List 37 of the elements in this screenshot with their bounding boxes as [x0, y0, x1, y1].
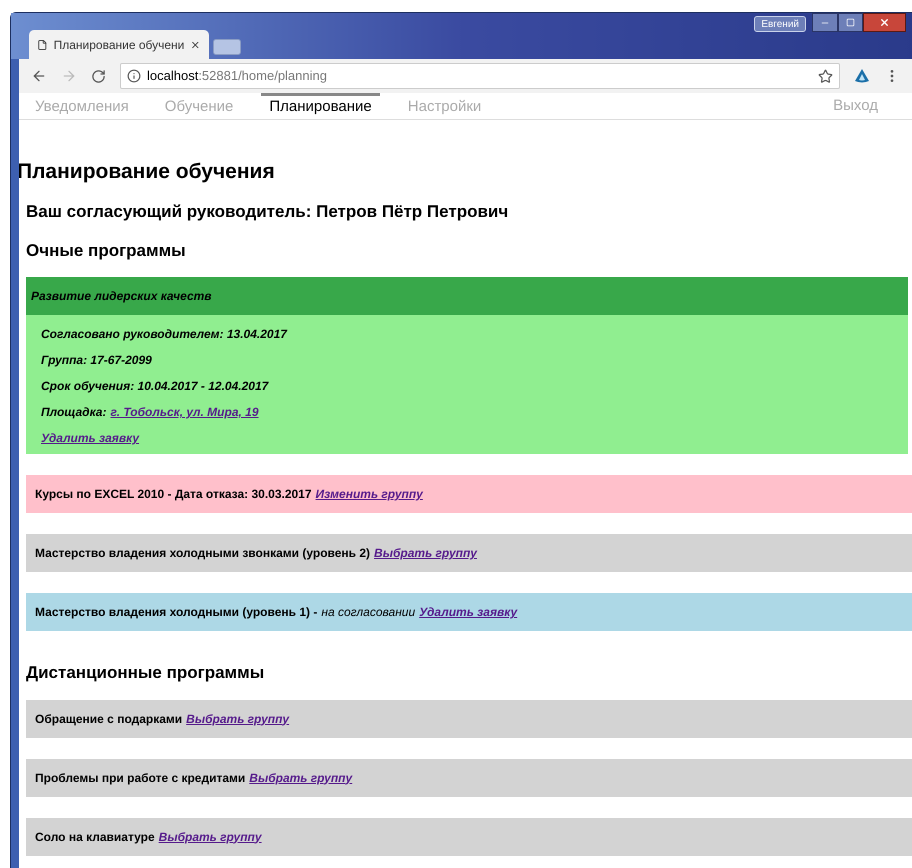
detail-text: Согласовано руководителем: 13.04.2017: [41, 326, 288, 343]
section-heading: Дистанционные программы: [26, 662, 266, 684]
maximize-icon: [846, 18, 855, 27]
location-link[interactable]: г. Тобольск, ул. Мира, 19: [110, 403, 259, 421]
close-icon: [879, 17, 890, 28]
page-icon: [37, 38, 48, 50]
reload-icon[interactable]: [91, 68, 106, 84]
nav-tab[interactable]: Планирование: [261, 93, 380, 118]
program-link[interactable]: Выбрать группу: [249, 768, 352, 786]
detail-text: Срок обучения: 10.04.2017 - 12.04.2017: [41, 378, 270, 395]
close-button[interactable]: [863, 13, 906, 32]
program-text: Соло на клавиатуре: [35, 828, 155, 846]
section-heading: Очные программы: [26, 240, 187, 262]
address-bar[interactable]: localhost:52881/home/planning: [120, 63, 840, 89]
program-text: Мастерство владения холодными звонками (уровень 2): [35, 545, 370, 562]
bookmark-star-icon[interactable]: [818, 68, 833, 84]
detail-text: Группа: 17-67-2099: [41, 352, 153, 369]
program-link[interactable]: Изменить группу: [316, 485, 423, 503]
program-header: Развитие лидерских качеств: [26, 277, 908, 315]
back-icon[interactable]: [31, 68, 47, 84]
status-text: на согласовании: [321, 604, 416, 621]
program-text: Обращение с подарками: [35, 710, 182, 728]
browser-tab[interactable]: Планирование обучени: [29, 30, 209, 59]
program-link[interactable]: Выбрать группу: [186, 710, 290, 728]
maximize-button[interactable]: [838, 13, 863, 32]
extension-icon[interactable]: [854, 68, 870, 84]
program-text: Мастерство владения холодными (уровень 1) -: [35, 604, 318, 621]
program-link[interactable]: Удалить заявку: [419, 603, 518, 621]
program-text: Курсы по EXCEL 2010 - Дата отказа: 30.03.2017: [35, 486, 312, 503]
manager-heading: Ваш согласующий руководитель: Петров Пётр Петрович: [26, 201, 510, 223]
delete-request-link[interactable]: Удалить заявку: [41, 429, 140, 447]
program-link[interactable]: Выбрать группу: [158, 828, 262, 846]
program-link[interactable]: Выбрать группу: [374, 544, 477, 562]
location-label: Площадка:: [41, 404, 106, 421]
info-icon: [127, 69, 141, 83]
profile-button[interactable]: Евгений: [754, 16, 806, 32]
program-text: Проблемы при работе с кредитами: [35, 770, 246, 786]
